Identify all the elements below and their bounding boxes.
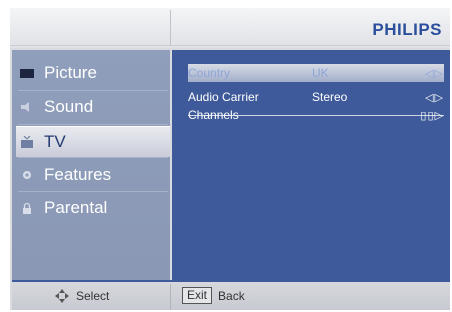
sidebar-item-picture[interactable]: Picture [16,58,170,88]
speaker-icon [16,101,38,113]
left-right-arrows-icon: ◁▷ [425,67,444,80]
select-hint: Select [54,288,109,304]
setting-row-country[interactable]: Country UK ◁▷ [188,64,444,82]
back-label: Back [218,288,245,303]
sidebar: Picture Sound TV Features Parental [12,50,170,280]
setting-row-channels[interactable]: Channels ▯▯▷ [188,106,444,124]
menu-header: PHILIPS [10,8,450,48]
tv-menu-window: PHILIPS Picture Sound TV Features Parent… [10,8,450,310]
setting-label: Audio Carrier [188,90,259,104]
setting-value: Stereo [312,90,348,104]
sidebar-item-parental[interactable]: Parental [16,193,170,223]
picture-icon [16,68,38,78]
setting-label: Country [188,66,231,80]
sidebar-divider [18,90,168,91]
sidebar-item-tv[interactable]: TV [16,126,170,157]
gear-icon [16,169,38,181]
sidebar-item-sound[interactable]: Sound [16,92,170,122]
sidebar-item-label: Features [44,165,112,184]
navigation-cross-icon [55,289,69,303]
sidebar-divider [18,124,168,125]
tv-icon [16,135,38,149]
sidebar-item-features[interactable]: Features [16,160,170,190]
sidebar-divider [18,191,168,192]
sidebar-item-label: Parental [44,198,108,217]
footer-bar: Select Exit Back [12,280,450,310]
exit-key: Exit [182,287,213,304]
select-label: Select [76,289,110,303]
sidebar-divider [18,157,168,158]
setting-label: Channels [188,108,239,122]
exit-hint[interactable]: Exit Back [182,287,245,304]
sidebar-item-label: Picture [44,63,97,82]
sidebar-item-label: TV [44,132,66,151]
footer-divider [170,284,171,310]
submenu-arrow-icon: ▯▯▷ [420,109,444,122]
header-underline [10,45,450,46]
header-divider [170,10,171,46]
setting-value: UK [312,66,329,80]
sidebar-item-label: Sound [44,97,94,116]
lock-icon [16,202,38,215]
settings-panel: Country UK ◁▷ Audio Carrier Stereo ◁▷ Ch… [172,50,450,280]
left-right-arrows-icon: ◁▷ [425,91,444,104]
setting-row-audio-carrier[interactable]: Audio Carrier Stereo ◁▷ [188,88,444,106]
brand-logo: PHILIPS [372,20,442,39]
